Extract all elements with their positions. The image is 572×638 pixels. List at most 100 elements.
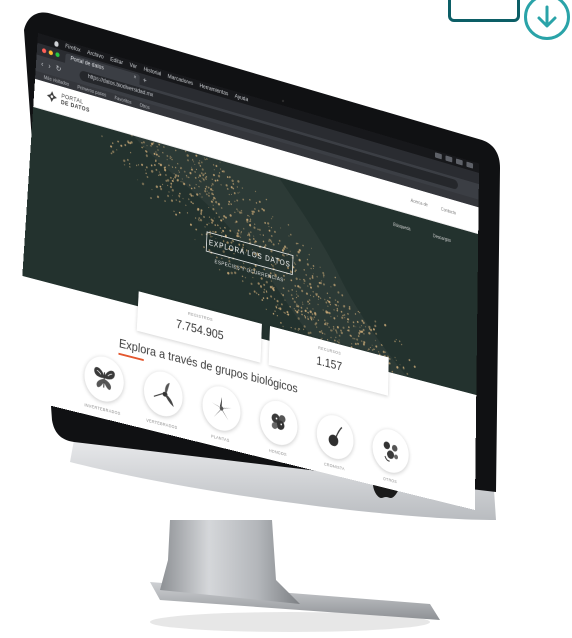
butterfly-icon [93, 366, 115, 391]
occurrence-point [189, 223, 193, 227]
reload-icon[interactable]: ↻ [55, 64, 61, 74]
occurrence-point [170, 185, 172, 189]
group-plantas[interactable]: PLANTAS [201, 382, 245, 453]
occurrence-point [287, 313, 290, 316]
occurrence-point [241, 275, 244, 278]
occurrence-point [395, 339, 397, 341]
occurrence-point [208, 206, 210, 209]
occurrence-point [283, 311, 285, 313]
occurrence-point [280, 303, 283, 306]
occurrence-point [203, 246, 205, 249]
occurrence-point [151, 189, 153, 191]
battery-icon[interactable] [445, 155, 453, 163]
user-icon[interactable] [466, 161, 474, 169]
occurrence-point [179, 192, 181, 195]
occurrence-point [257, 282, 260, 286]
occurrence-point [170, 182, 173, 185]
occurrence-point [219, 227, 222, 229]
fungi-icon [271, 413, 286, 430]
menubar-item-ver[interactable]: Ver [129, 62, 137, 69]
header-link-contact[interactable]: Contacto [441, 207, 456, 217]
clock-icon[interactable] [455, 158, 463, 166]
apple-menu-icon[interactable] [54, 40, 59, 47]
occurrence-point [167, 184, 169, 187]
zoom-window-icon[interactable] [55, 51, 60, 58]
new-tab-icon[interactable]: + [143, 76, 147, 86]
occurrence-point [200, 212, 203, 216]
group-otros[interactable]: OTROS [372, 425, 413, 494]
occurrence-point [101, 135, 103, 138]
occurrence-point [142, 147, 144, 150]
occurrence-point [171, 200, 174, 203]
minimize-window-icon[interactable] [48, 49, 54, 56]
occurrence-point [158, 175, 161, 177]
occurrence-point [145, 173, 148, 175]
occurrence-point [263, 291, 265, 294]
occurrence-point [241, 279, 244, 283]
occurrence-point [211, 221, 213, 224]
algae-icon [328, 420, 348, 448]
occurrence-point [171, 194, 173, 196]
wifi-icon[interactable] [434, 152, 442, 160]
occurrence-point [217, 224, 219, 227]
occurrence-point [192, 195, 194, 197]
occurrence-point [159, 172, 161, 174]
occurrence-point [146, 155, 149, 158]
group-circle[interactable] [142, 367, 184, 421]
occurrence-point [401, 343, 403, 346]
occurrence-point [186, 212, 188, 214]
occurrence-point [276, 314, 278, 317]
occurrence-point [110, 152, 113, 155]
occurrence-point [195, 228, 198, 231]
occurrence-point [170, 176, 172, 179]
occurrence-point [171, 188, 174, 192]
occurrence-point [408, 358, 411, 362]
occurrence-point [221, 231, 223, 234]
occurrence-point [374, 320, 377, 323]
occurrence-point [147, 176, 149, 179]
occurrence-point [372, 327, 375, 331]
occurrence-point [250, 282, 253, 286]
group-circle[interactable] [316, 410, 355, 464]
occurrence-point [213, 217, 215, 219]
header-link-about[interactable]: Acerca de [411, 198, 428, 208]
group-circle[interactable] [259, 396, 299, 450]
forward-icon[interactable]: › [48, 62, 51, 71]
occurrence-point [208, 222, 210, 224]
occurrence-point [263, 288, 266, 291]
close-window-icon[interactable] [41, 47, 47, 54]
occurrence-point [244, 276, 247, 279]
occurrence-point [270, 295, 273, 298]
group-circle[interactable] [83, 352, 125, 406]
group-circle[interactable] [372, 425, 410, 477]
group-vertebrados[interactable]: VERTEBRADOS [142, 367, 187, 438]
group-hongos[interactable]: HONGOS [259, 396, 302, 467]
group-cromista[interactable]: CROMISTA [316, 410, 358, 481]
occurrence-point [203, 215, 205, 219]
other-icon [379, 440, 399, 468]
occurrence-point [278, 307, 280, 310]
occurrence-point [199, 218, 203, 222]
occurrence-point [127, 159, 129, 162]
occurrence-point [130, 152, 132, 154]
occurrence-point [129, 166, 131, 168]
occurrence-point [129, 163, 131, 165]
occurrence-point [399, 364, 401, 366]
occurrence-point [165, 173, 167, 177]
occurrence-point [280, 321, 282, 324]
occurrence-point [145, 169, 147, 172]
product-mockup: Firefox Archivo Editar Ver Historial Mar… [0, 0, 572, 638]
occurrence-point [274, 310, 276, 313]
occurrence-point [394, 340, 396, 343]
occurrence-point [154, 164, 157, 168]
occurrence-point [261, 298, 264, 302]
group-circle[interactable] [201, 382, 242, 435]
occurrence-point [169, 192, 171, 194]
occurrence-point [252, 276, 254, 279]
occurrence-point [182, 197, 184, 200]
back-icon[interactable]: ‹ [41, 60, 44, 69]
occurrence-point [263, 283, 266, 287]
occurrence-point [162, 184, 164, 186]
group-invertebrados[interactable]: INVERTEBRADOS [82, 352, 128, 424]
occurrence-point [142, 182, 145, 186]
